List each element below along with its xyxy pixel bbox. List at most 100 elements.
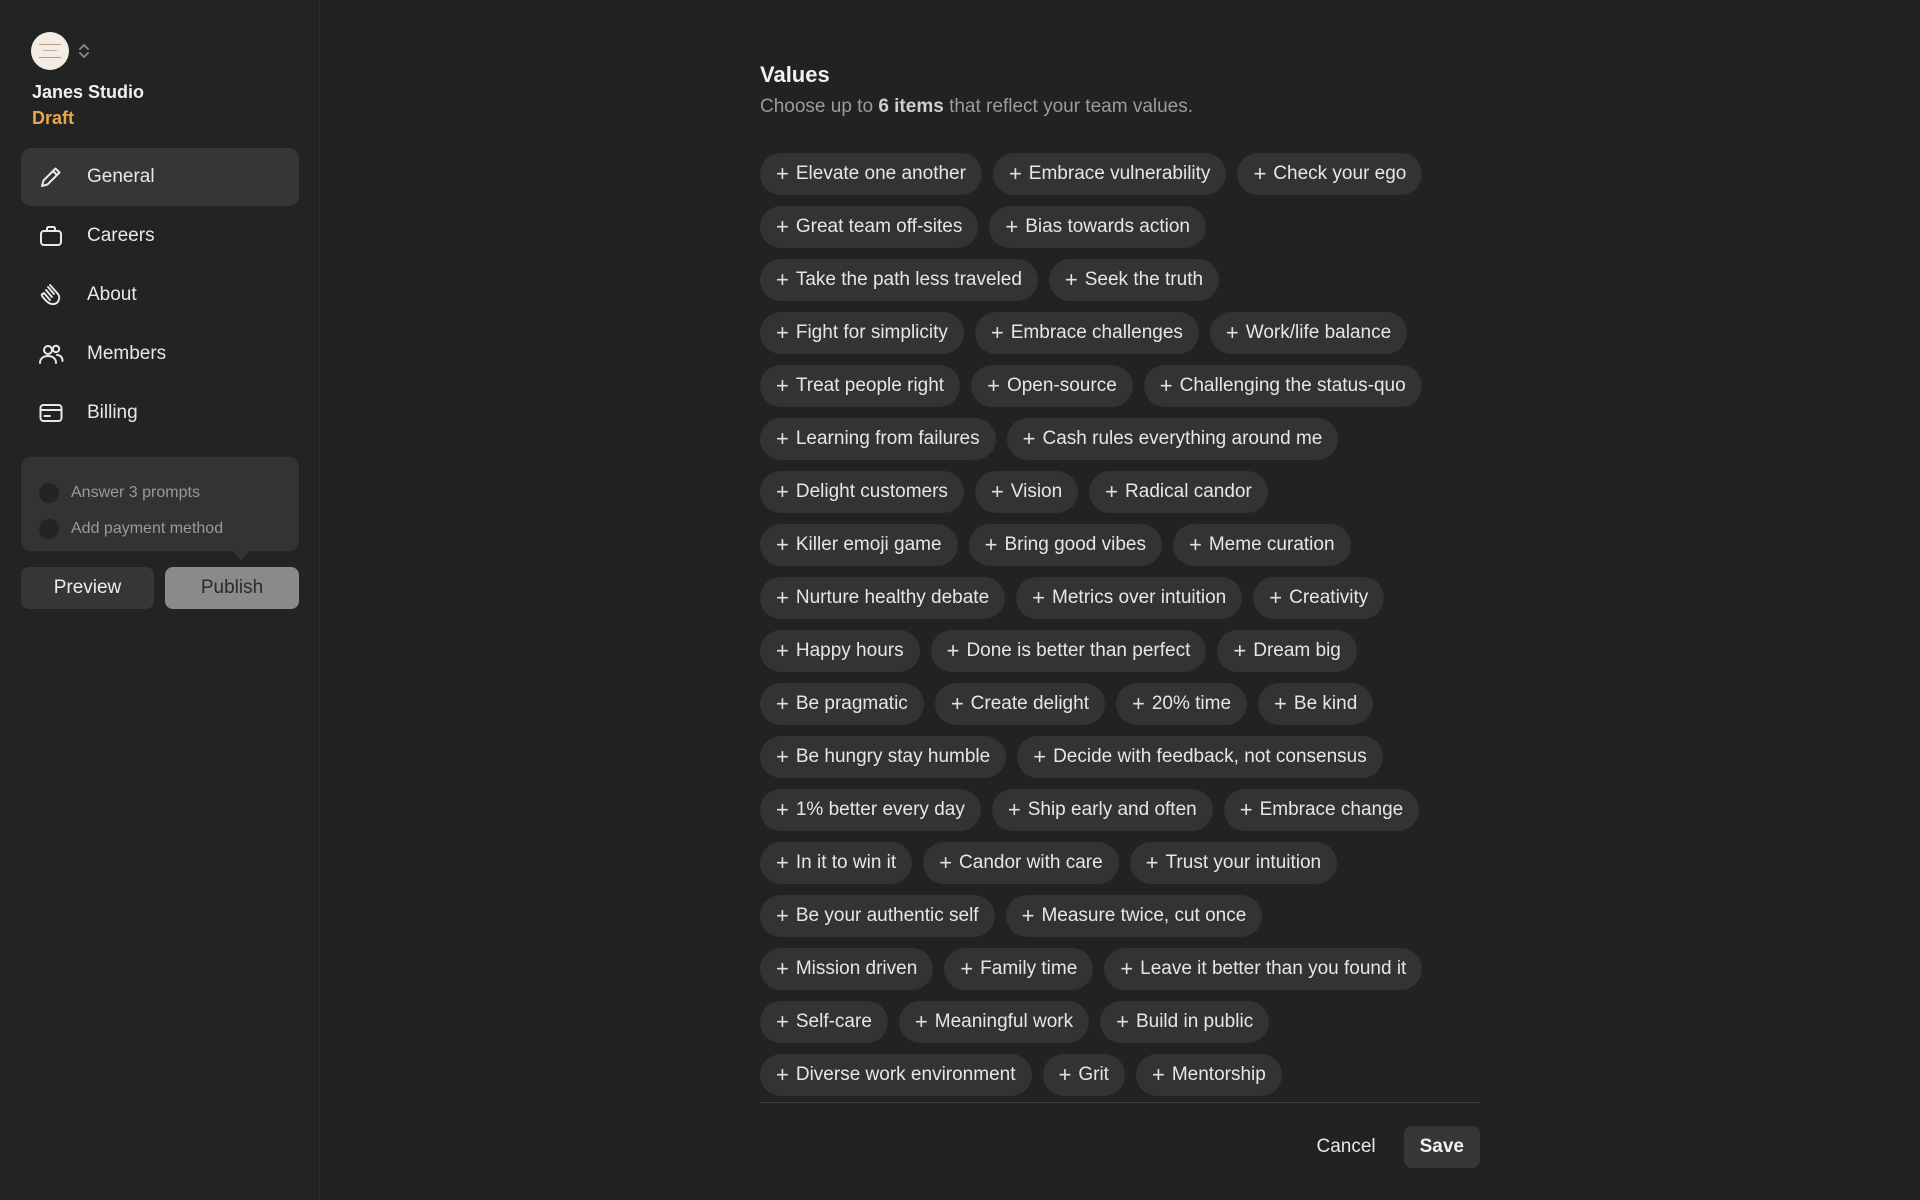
value-chip[interactable]: + Bias towards action bbox=[989, 206, 1206, 248]
chevron-up-down-icon bbox=[79, 44, 89, 58]
plus-icon: + bbox=[776, 161, 789, 186]
sidebar-item-members[interactable]: Members bbox=[21, 325, 299, 383]
value-chip[interactable]: + Embrace challenges bbox=[974, 312, 1199, 354]
section-subtitle: Choose up to 6 items that reflect your t… bbox=[760, 94, 1480, 120]
value-chip[interactable]: + Check your ego bbox=[1237, 153, 1423, 195]
subtitle-prefix: Choose up to bbox=[760, 96, 879, 117]
plus-icon: + bbox=[1233, 638, 1247, 663]
workspace-switcher[interactable] bbox=[31, 32, 91, 70]
value-chip[interactable]: + Great team off-sites bbox=[760, 206, 979, 248]
plus-icon: + bbox=[776, 797, 789, 822]
value-chip-row: + Great team off-sites + Bias towards actio… bbox=[760, 206, 1480, 248]
sidebar-item-careers[interactable]: Careers bbox=[21, 207, 299, 265]
value-chip[interactable]: + Build in public bbox=[1100, 1001, 1270, 1043]
value-chip-row: + Be pragmatic + Create delight +20% time + Be… bbox=[760, 683, 1480, 725]
sidebar-item-label: About bbox=[87, 284, 137, 305]
plus-icon: + bbox=[776, 691, 789, 716]
sidebar-item-general[interactable]: General bbox=[21, 148, 299, 206]
value-chip[interactable]: + Challenging the status-quo bbox=[1143, 365, 1422, 407]
value-chip[interactable]: + Delight customers bbox=[760, 471, 964, 513]
value-chip[interactable]: + Happy hours bbox=[760, 630, 920, 672]
save-button[interactable]: Save bbox=[1403, 1126, 1480, 1168]
value-chip-label: Create delight bbox=[970, 693, 1089, 714]
value-chip[interactable]: + Bring good vibes bbox=[968, 524, 1162, 566]
plus-icon: + bbox=[1022, 426, 1036, 451]
value-chip[interactable]: + Dream big bbox=[1217, 630, 1357, 672]
value-chip[interactable]: + Fight for simplicity bbox=[760, 312, 964, 354]
value-chip[interactable]: + Meme curation bbox=[1173, 524, 1351, 566]
value-chip-label: Trust your intuition bbox=[1165, 852, 1322, 873]
value-chip[interactable]: + Done is better than perfect bbox=[930, 630, 1207, 672]
value-chip[interactable]: + Diverse work environment bbox=[760, 1054, 1032, 1096]
value-chip[interactable]: + Be pragmatic bbox=[760, 683, 924, 725]
value-chip[interactable]: + Metrics over intuition bbox=[1016, 577, 1243, 619]
value-chip-label: Candor with care bbox=[959, 852, 1103, 873]
plus-icon: + bbox=[776, 267, 789, 292]
value-chip[interactable]: + Embrace change bbox=[1223, 789, 1420, 831]
section-title: Values bbox=[760, 62, 830, 87]
value-chip[interactable]: + Leave it better than you found it bbox=[1104, 948, 1423, 990]
value-chip[interactable]: + Vision bbox=[974, 471, 1079, 513]
value-chip[interactable]: + Ship early and often bbox=[991, 789, 1213, 831]
value-chip[interactable]: + Treat people right bbox=[760, 365, 961, 407]
value-chip-label: Meme curation bbox=[1208, 534, 1335, 555]
value-chip-row: + Learning from failures + Cash rules every… bbox=[760, 418, 1480, 460]
plus-icon: + bbox=[1032, 585, 1046, 610]
value-chip-label: Done is better than perfect bbox=[966, 640, 1191, 661]
value-chip[interactable]: + Embrace vulnerability bbox=[992, 153, 1227, 195]
plus-icon: + bbox=[960, 956, 974, 981]
value-chip[interactable]: + Cash rules everything around me bbox=[1006, 418, 1339, 460]
value-chip[interactable]: + Work/life balance bbox=[1209, 312, 1408, 354]
subtitle-limit: 6 items bbox=[878, 96, 944, 117]
plus-icon: + bbox=[776, 373, 789, 398]
value-chip[interactable]: + In it to win it bbox=[760, 842, 913, 884]
checklist-item[interactable]: Add payment method bbox=[39, 511, 299, 547]
value-chip[interactable]: + Be hungry stay humble bbox=[760, 736, 1007, 778]
publish-button[interactable]: Publish bbox=[165, 567, 299, 609]
value-chip[interactable]: + Mission driven bbox=[760, 948, 934, 990]
value-chip[interactable]: + Open-source bbox=[971, 365, 1133, 407]
value-chip-label: Build in public bbox=[1135, 1011, 1254, 1032]
value-chip-row: + Treat people right + Open-source + Challeng… bbox=[760, 365, 1480, 407]
value-chip[interactable]: + Create delight bbox=[934, 683, 1105, 725]
plus-icon: + bbox=[1120, 956, 1134, 981]
value-chip-label: Meaningful work bbox=[934, 1011, 1074, 1032]
sidebar-item-label: General bbox=[87, 166, 155, 187]
value-chip[interactable]: + Nurture healthy debate bbox=[760, 577, 1006, 619]
value-chip[interactable]: + Seek the truth bbox=[1048, 259, 1220, 301]
value-chip-label: 1% better every day bbox=[795, 799, 965, 820]
sidebar-item-billing[interactable]: Billing bbox=[21, 384, 299, 442]
value-chip[interactable]: + Learning from failures bbox=[760, 418, 996, 460]
value-chip-label: Treat people right bbox=[795, 375, 945, 396]
value-chip-label: Mission driven bbox=[795, 958, 918, 979]
value-chip[interactable]: + Killer emoji game bbox=[760, 524, 958, 566]
value-chip-label: Check your ego bbox=[1273, 163, 1407, 184]
value-chip[interactable]: +20% time bbox=[1115, 683, 1248, 725]
value-chip[interactable]: + Mentorship bbox=[1135, 1054, 1282, 1096]
value-chip[interactable]: + Creativity bbox=[1253, 577, 1385, 619]
plus-icon: + bbox=[1269, 585, 1283, 610]
checklist-item-label: Add payment method bbox=[71, 520, 224, 537]
value-chip[interactable]: + Radical candor bbox=[1089, 471, 1268, 513]
value-chip[interactable]: + Measure twice, cut once bbox=[1005, 895, 1263, 937]
plus-icon: + bbox=[776, 850, 789, 875]
value-chip-label: Decide with feedback, not consensus bbox=[1053, 746, 1367, 767]
value-chip[interactable]: + Self-care bbox=[760, 1001, 888, 1043]
value-chip[interactable]: + Elevate one another bbox=[760, 153, 982, 195]
sidebar-item-about[interactable]: About bbox=[21, 266, 299, 324]
cancel-button[interactable]: Cancel bbox=[1308, 1126, 1383, 1168]
preview-button[interactable]: Preview bbox=[21, 567, 154, 609]
value-chip[interactable]: + Grit bbox=[1042, 1054, 1125, 1096]
value-chip[interactable]: +1% better every day bbox=[760, 789, 981, 831]
value-chip[interactable]: + Candor with care bbox=[923, 842, 1119, 884]
checklist-item[interactable]: Answer 3 prompts bbox=[39, 475, 299, 511]
value-chip[interactable]: + Meaningful work bbox=[898, 1001, 1090, 1043]
value-chip[interactable]: + Take the path less traveled bbox=[760, 259, 1038, 301]
value-chip[interactable]: + Family time bbox=[944, 948, 1094, 990]
plus-icon: + bbox=[1021, 903, 1035, 928]
value-chip[interactable]: + Be your authentic self bbox=[760, 895, 995, 937]
value-chip[interactable]: + Decide with feedback, not consensus bbox=[1017, 736, 1383, 778]
value-chip-label: Cash rules everything around me bbox=[1042, 428, 1323, 449]
value-chip[interactable]: + Trust your intuition bbox=[1129, 842, 1338, 884]
value-chip[interactable]: + Be kind bbox=[1258, 683, 1374, 725]
